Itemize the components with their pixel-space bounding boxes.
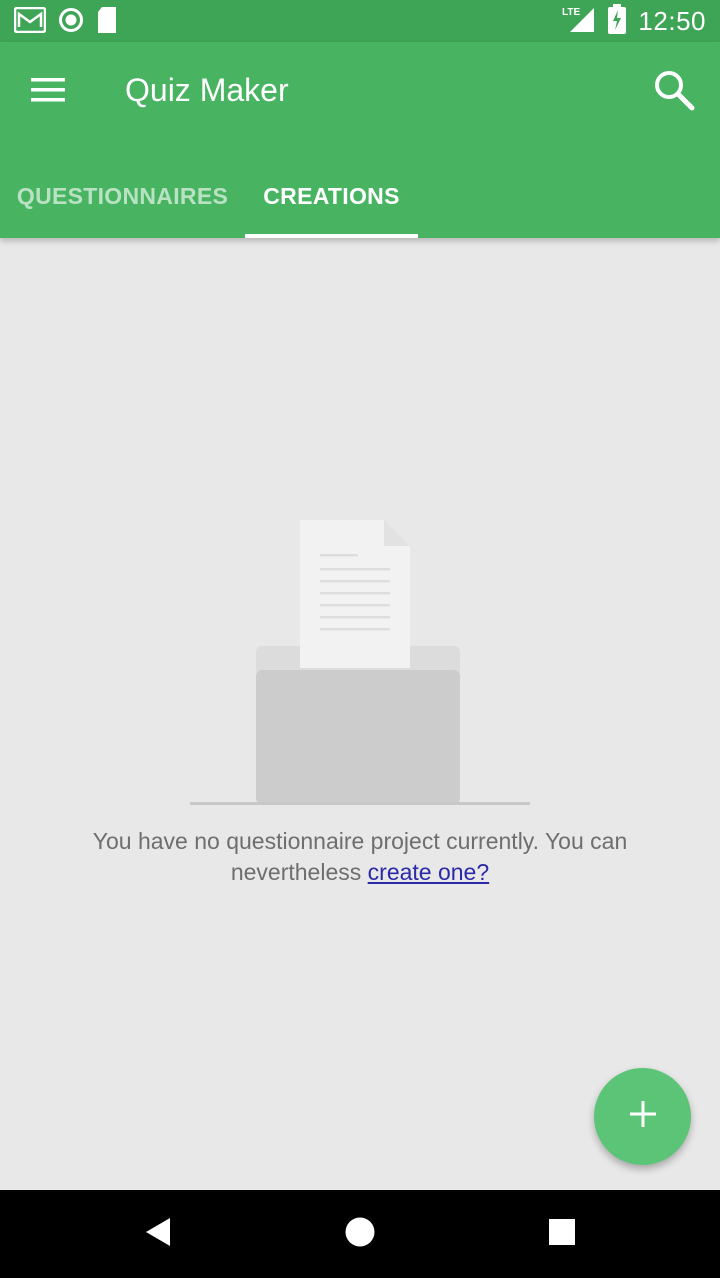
status-bar-notifications: [13, 6, 118, 39]
recent-apps-icon: [548, 1218, 576, 1251]
status-bar-system: LTE 12:50: [562, 4, 706, 39]
battery-charging-icon: [608, 4, 627, 39]
home-button[interactable]: [300, 1190, 420, 1278]
main-content: You have no questionnaire project curren…: [0, 238, 720, 1190]
add-fab-button[interactable]: [594, 1068, 691, 1165]
tab-questionnaires[interactable]: QUESTIONNAIRES: [0, 154, 245, 238]
menu-button[interactable]: [22, 66, 74, 118]
search-button[interactable]: [646, 64, 702, 120]
back-icon: [144, 1216, 172, 1253]
gmail-icon: [13, 6, 47, 38]
sd-card-icon: [96, 6, 118, 39]
recent-apps-button[interactable]: [502, 1190, 622, 1278]
svg-text:LTE: LTE: [562, 7, 580, 18]
create-one-link[interactable]: create one?: [368, 859, 489, 885]
search-icon: [652, 68, 696, 117]
empty-state-text: You have no questionnaire project curren…: [92, 828, 628, 885]
app-bar: Quiz Maker QUESTIONNAIRES CREATIONS: [0, 42, 720, 238]
document-in-folder-illustration: [188, 518, 532, 808]
status-bar: LTE 12:50: [0, 0, 720, 42]
status-time: 12:50: [638, 6, 706, 36]
plus-icon: [629, 1100, 657, 1133]
tab-selected-indicator: [245, 234, 418, 238]
app-title: Quiz Maker: [125, 72, 289, 108]
empty-state-message: You have no questionnaire project curren…: [60, 826, 660, 888]
home-icon: [344, 1216, 376, 1253]
back-button[interactable]: [98, 1190, 218, 1278]
tab-creations[interactable]: CREATIONS: [245, 154, 418, 238]
lte-signal-icon: LTE: [562, 4, 596, 39]
hamburger-menu-icon: [31, 77, 65, 108]
tab-bar: QUESTIONNAIRES CREATIONS: [0, 154, 720, 238]
circle-notification-icon: [58, 7, 84, 38]
navigation-bar: [0, 1190, 720, 1278]
